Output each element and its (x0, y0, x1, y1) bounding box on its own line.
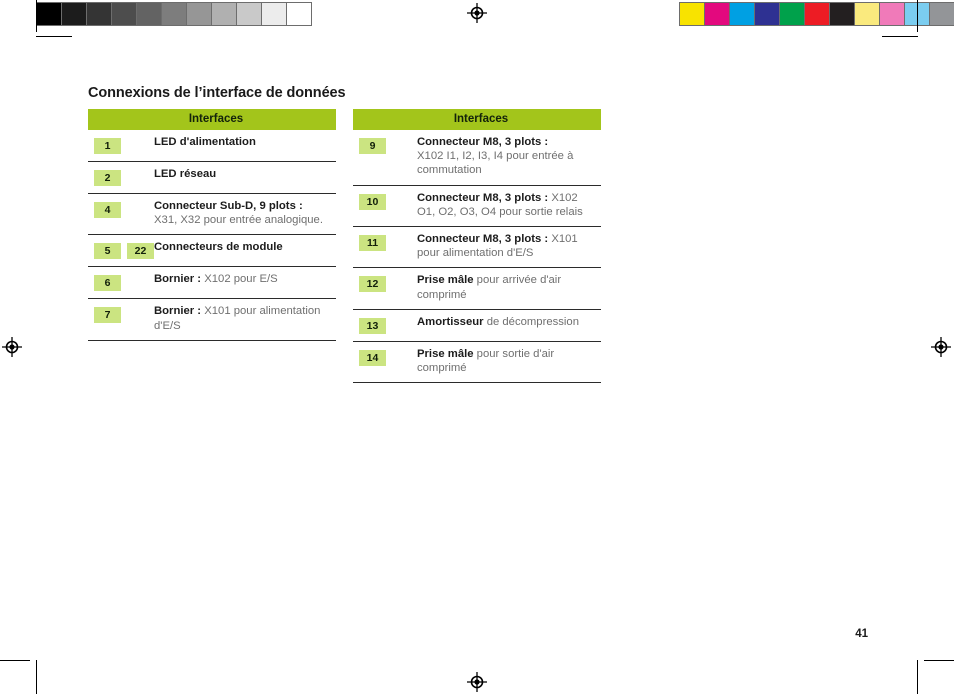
row-label: Prise mâle (417, 274, 474, 287)
table-row: 1 LED d'alimentation (88, 130, 336, 162)
row-description-cell: Connecteur M8, 3 plots : X102 I1, I2, I3,… (417, 130, 601, 185)
table-row: 12 Prise mâle pour arrivée d'air comprimé (353, 268, 601, 310)
callout-badge: 14 (359, 349, 386, 366)
row-number-cell: 5 22 (88, 235, 154, 267)
row-label: Connecteurs de module (154, 241, 283, 254)
row-label: Prise mâle (417, 347, 474, 360)
callout-badge: 7 (94, 307, 121, 324)
row-number-cell: 4 (88, 194, 154, 235)
row-description-cell: Prise mâle pour arrivée d'air comprimé (417, 268, 601, 309)
table-row: 9 Connecteur M8, 3 plots : X102 I1, I2, I3… (353, 130, 601, 186)
row-description-cell: LED réseau (154, 162, 336, 194)
interfaces-table-right: Interfaces 9 Connecteur M8, 3 plots : X102… (353, 109, 601, 383)
row-label: Connecteur M8, 3 plots : (417, 136, 549, 148)
table-body-left: 1 LED d'alimentation 2 LED réseau 4 Connecteu… (88, 130, 336, 341)
row-number-cell: 12 (353, 268, 417, 309)
callout-badge: 6 (94, 275, 121, 292)
callout-badge: 2 (94, 170, 121, 186)
table-body-right: 9 Connecteur M8, 3 plots : X102 I1, I2, I3… (353, 130, 601, 383)
page-content: Connexions de l’interface de données Int… (0, 0, 954, 694)
page-number: 41 (855, 628, 868, 640)
row-detail: de décompression (486, 315, 579, 328)
row-number-cell: 2 (88, 162, 154, 194)
row-number-cell: 10 (353, 185, 417, 226)
table-row: 4 Connecteur Sub-D, 9 plots : X31, X32 pou… (88, 194, 336, 235)
table-row: 6 Bornier : X102 pour E/S (88, 267, 336, 299)
callout-badge: 13 (359, 317, 386, 334)
table-row: 13 Amortisseur de décompression (353, 309, 601, 342)
row-number-cell: 14 (353, 341, 417, 382)
row-label: LED d'alimentation (154, 136, 256, 148)
row-number-cell: 13 (353, 309, 417, 341)
callout-badge: 11 (359, 235, 386, 252)
table-header-left: Interfaces (88, 109, 336, 130)
table-row: 5 22 Connecteurs de module (88, 235, 336, 267)
callout-badge: 5 (94, 243, 121, 260)
row-description-cell: Bornier : X101 pour alimentation d'E/S (154, 299, 336, 340)
callout-badge: 12 (359, 276, 386, 293)
callout-badge: 22 (127, 243, 154, 260)
row-detail: X102 pour E/S (204, 273, 278, 286)
row-description-cell: Connecteurs de module (154, 235, 336, 267)
row-label: Amortisseur (417, 315, 484, 328)
row-label: Connecteur M8, 3 plots : (417, 233, 549, 246)
table-row: 2 LED réseau (88, 162, 336, 194)
callout-badge: 4 (94, 202, 121, 218)
row-description-cell: Connecteur M8, 3 plots : X101 pour alime… (417, 227, 601, 268)
row-detail: X31, X32 pour entrée analogique. (154, 214, 323, 227)
row-label: Bornier : (154, 273, 202, 286)
table-row: 7 Bornier : X101 pour alimentation d'E/S (88, 299, 336, 341)
row-description-cell: Bornier : X102 pour E/S (154, 267, 336, 299)
callout-badge: 1 (94, 138, 121, 154)
row-description-cell: Amortisseur de décompression (417, 309, 601, 341)
row-number-cell: 7 (88, 299, 154, 340)
table-row: 11 Connecteur M8, 3 plots : X101 pour ali… (353, 227, 601, 268)
row-label: Connecteur M8, 3 plots : (417, 191, 549, 204)
callout-badge: 9 (359, 138, 386, 154)
callout-badge: 10 (359, 193, 386, 210)
row-description-cell: Connecteur M8, 3 plots : X102 O1, O2, O3… (417, 185, 601, 226)
table-header-right: Interfaces (353, 109, 601, 130)
row-number-cell: 6 (88, 267, 154, 299)
row-number-cell: 1 (88, 130, 154, 162)
table-row: 10 Connecteur M8, 3 plots : X102 O1, O2, … (353, 185, 601, 227)
page-title: Connexions de l’interface de données (88, 85, 346, 101)
row-number-cell: 9 (353, 130, 417, 185)
row-number-cell: 11 (353, 227, 417, 268)
interfaces-table-left: Interfaces 1 LED d'alimentation 2 LED résea… (88, 109, 336, 341)
row-description-cell: LED d'alimentation (154, 130, 336, 162)
row-label: LED réseau (154, 168, 217, 180)
row-description-cell: Connecteur Sub-D, 9 plots : X31, X32 pour… (154, 194, 336, 235)
row-description-cell: Prise mâle pour sortie d'air comprimé (417, 341, 601, 382)
table-row: 14 Prise mâle pour sortie d'air comprimé (353, 341, 601, 383)
row-detail: X102 I1, I2, I3, I4 pour entrée à commut… (417, 150, 574, 177)
row-label: Connecteur Sub-D, 9 plots : (154, 200, 303, 212)
row-label: Bornier : (154, 305, 202, 318)
